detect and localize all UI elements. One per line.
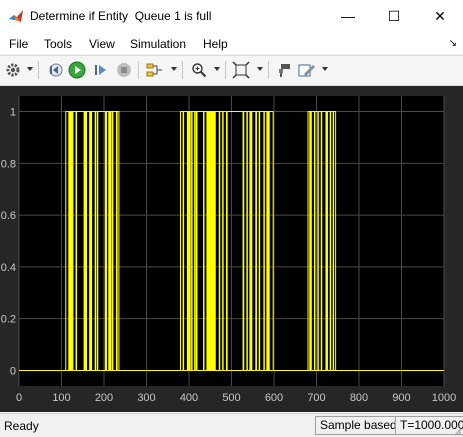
run-icon[interactable] — [68, 61, 86, 79]
y-tick-label: 0.2 — [1, 314, 16, 326]
x-tick-label: 1000 — [432, 392, 456, 404]
signal-high-interval — [203, 111, 205, 371]
title-bar: Determine if Entity Queue 1 is full — ☐ … — [0, 0, 463, 32]
y-tick-label: 0.6 — [1, 210, 16, 222]
signal-high-interval — [218, 111, 221, 371]
signal-high-interval — [111, 111, 114, 371]
step-forward-icon[interactable] — [92, 61, 110, 79]
signal-high-interval — [83, 111, 87, 371]
zoom-icon[interactable] — [190, 61, 208, 79]
signal-high-interval — [104, 111, 107, 371]
matlab-logo-icon — [9, 10, 23, 22]
sample-mode-indicator: Sample based — [315, 416, 402, 435]
y-tick-label: 0.8 — [1, 158, 16, 170]
simulation-time-indicator: T=1000.000 — [395, 416, 463, 435]
signal-high-interval — [266, 111, 270, 371]
maximize-button[interactable]: ☐ — [371, 0, 417, 32]
signal-high-interval — [332, 111, 335, 371]
toolbar-separator — [138, 61, 139, 79]
signal-high-interval — [246, 111, 248, 371]
signal-high-interval — [195, 111, 198, 371]
toolbar — [0, 55, 463, 86]
x-tick-label: 0 — [16, 392, 22, 404]
close-button[interactable]: ✕ — [417, 0, 463, 32]
x-tick-label: 400 — [180, 392, 198, 404]
zoom-dropdown-arrow-icon[interactable] — [214, 67, 220, 71]
signal-high-interval — [255, 111, 257, 371]
signal-high-interval — [309, 111, 312, 371]
signal-high-interval — [108, 111, 112, 371]
menu-file[interactable]: File — [9, 37, 28, 51]
x-tick-label: 900 — [392, 392, 410, 404]
x-tick-label: 800 — [350, 392, 368, 404]
y-tick-label: 1 — [10, 107, 16, 119]
signal-high-interval — [325, 111, 328, 371]
x-tick-label: 600 — [265, 392, 283, 404]
signal-dropdown-arrow-icon[interactable] — [171, 67, 177, 71]
scope-chart[interactable]: 0 100 200 300 400 500 600 700 800 900 1000 0 0.2 0.4 0… — [0, 86, 463, 412]
signal-high-interval — [249, 111, 253, 371]
signal-high-interval — [188, 111, 191, 371]
signal-high-interval — [68, 111, 74, 371]
signal-high-interval — [258, 111, 261, 371]
signal-high-interval — [320, 111, 323, 371]
menu-simulation[interactable]: Simulation — [130, 37, 186, 51]
x-tick-label: 100 — [52, 392, 70, 404]
dock-arrow-icon[interactable]: ↘ — [449, 38, 457, 49]
signal-high-interval — [313, 111, 316, 371]
x-tick-label: 700 — [307, 392, 325, 404]
settings-gear-icon[interactable] — [4, 61, 22, 79]
status-ready-text: Ready — [4, 419, 39, 433]
signal-high-interval — [94, 111, 97, 371]
x-tick-label: 300 — [137, 392, 155, 404]
highlight-dropdown-arrow-icon[interactable] — [322, 67, 328, 71]
toolbar-separator — [268, 61, 269, 79]
menu-tools[interactable]: Tools — [44, 37, 72, 51]
toolbar-separator — [182, 61, 183, 79]
signal-high-interval — [263, 111, 265, 371]
signal-high-interval — [182, 111, 185, 371]
signal-high-interval — [317, 111, 319, 371]
stop-icon[interactable] — [115, 61, 133, 79]
maximize-icon: ☐ — [387, 7, 401, 24]
menu-help[interactable]: Help — [203, 37, 228, 51]
signal-high-interval — [115, 111, 118, 371]
y-tick-label: 0 — [10, 365, 16, 377]
minimize-button[interactable]: — — [325, 0, 371, 32]
highlight-icon[interactable] — [298, 61, 316, 79]
close-icon: ✕ — [434, 7, 446, 24]
signal-high-interval — [191, 111, 193, 371]
signal-high-interval — [89, 111, 93, 371]
status-bar: Ready Sample based T=1000.000 — [0, 413, 463, 437]
settings-dropdown-arrow-icon[interactable] — [27, 67, 33, 71]
signal-high-interval — [194, 111, 196, 371]
menu-view[interactable]: View — [89, 37, 115, 51]
signal-high-interval — [222, 111, 224, 371]
signal-high-interval — [96, 111, 99, 371]
signal-high-interval — [225, 111, 228, 371]
resize-grip-icon[interactable] — [454, 428, 462, 436]
x-tick-label: 500 — [222, 392, 240, 404]
fit-dropdown-arrow-icon[interactable] — [257, 67, 263, 71]
step-back-icon[interactable] — [46, 61, 64, 79]
signal-high-interval — [206, 111, 216, 371]
signal-select-icon[interactable] — [146, 61, 164, 79]
minimize-icon: — — [341, 8, 355, 24]
style-icon[interactable] — [275, 61, 293, 79]
toolbar-separator — [38, 61, 39, 79]
signal-high-interval — [329, 111, 332, 371]
signal-high-interval — [242, 111, 245, 371]
signal-high-interval — [75, 111, 78, 371]
window-title: Determine if Entity Queue 1 is full — [30, 9, 212, 23]
scope-plot-area[interactable]: 0 100 200 300 400 500 600 700 800 900 1000 0 0.2 0.4 0… — [0, 86, 463, 412]
toolbar-separator — [225, 61, 226, 79]
fit-to-view-icon[interactable] — [232, 61, 250, 79]
menu-bar: File Tools View Simulation Help ↘ — [0, 32, 463, 54]
y-tick-label: 0.4 — [1, 262, 16, 274]
x-tick-label: 200 — [95, 392, 113, 404]
